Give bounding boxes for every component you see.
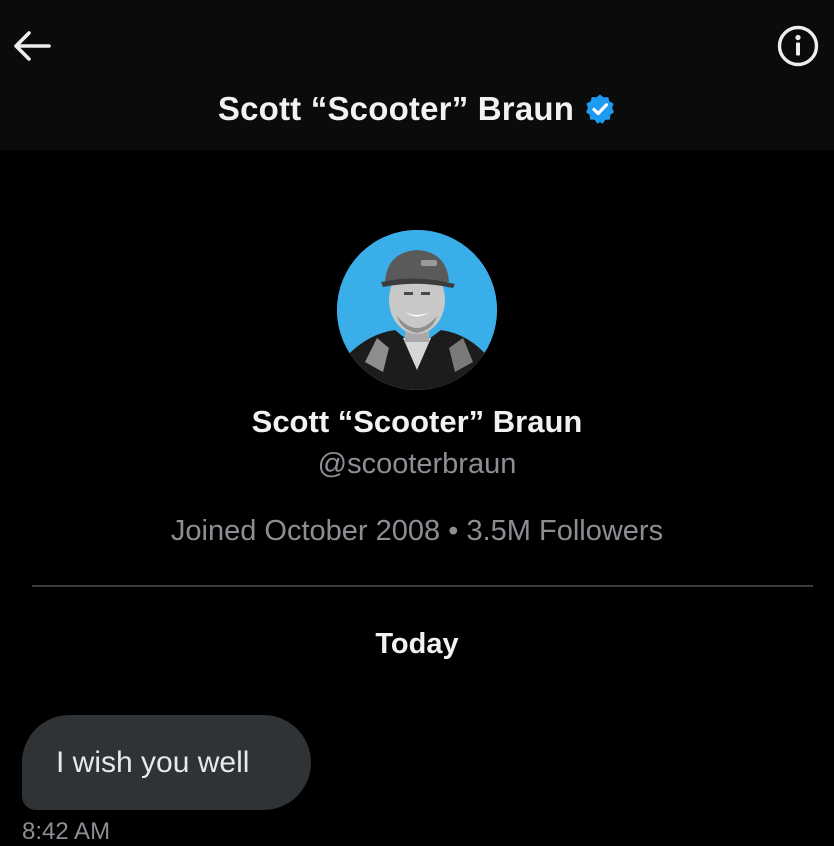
profile-summary: Scott “Scooter” Braun @scooterbraun Join… (0, 230, 834, 548)
header-title-row: Scott “Scooter” Braun (0, 90, 834, 128)
followers-count[interactable]: 3.5M Followers (466, 515, 663, 547)
profile-handle[interactable]: @scooterbraun (0, 448, 834, 481)
message-timestamp: 8:42 AM (22, 818, 111, 845)
verified-badge-icon (584, 93, 616, 125)
conversation-header: Scott “Scooter” Braun (0, 0, 834, 150)
arrow-left-icon (14, 31, 51, 61)
profile-meta: Joined October 2008 • 3.5M Followers (0, 515, 834, 548)
profile-name: Scott “Scooter” Braun (251, 404, 583, 439)
meta-separator: • (448, 515, 459, 547)
conversation-info-button[interactable] (776, 24, 820, 68)
joined-date: Joined October 2008 (170, 515, 441, 547)
message-bubble[interactable]: I wish you well (22, 715, 311, 810)
avatar-photo (337, 230, 497, 390)
message-text: I wish you well (56, 745, 250, 779)
back-button[interactable] (10, 26, 54, 66)
divider (32, 585, 813, 587)
header-title: Scott “Scooter” Braun (217, 90, 575, 127)
avatar[interactable] (337, 230, 497, 390)
info-circle-icon (777, 25, 819, 67)
date-separator: Today (375, 628, 459, 660)
